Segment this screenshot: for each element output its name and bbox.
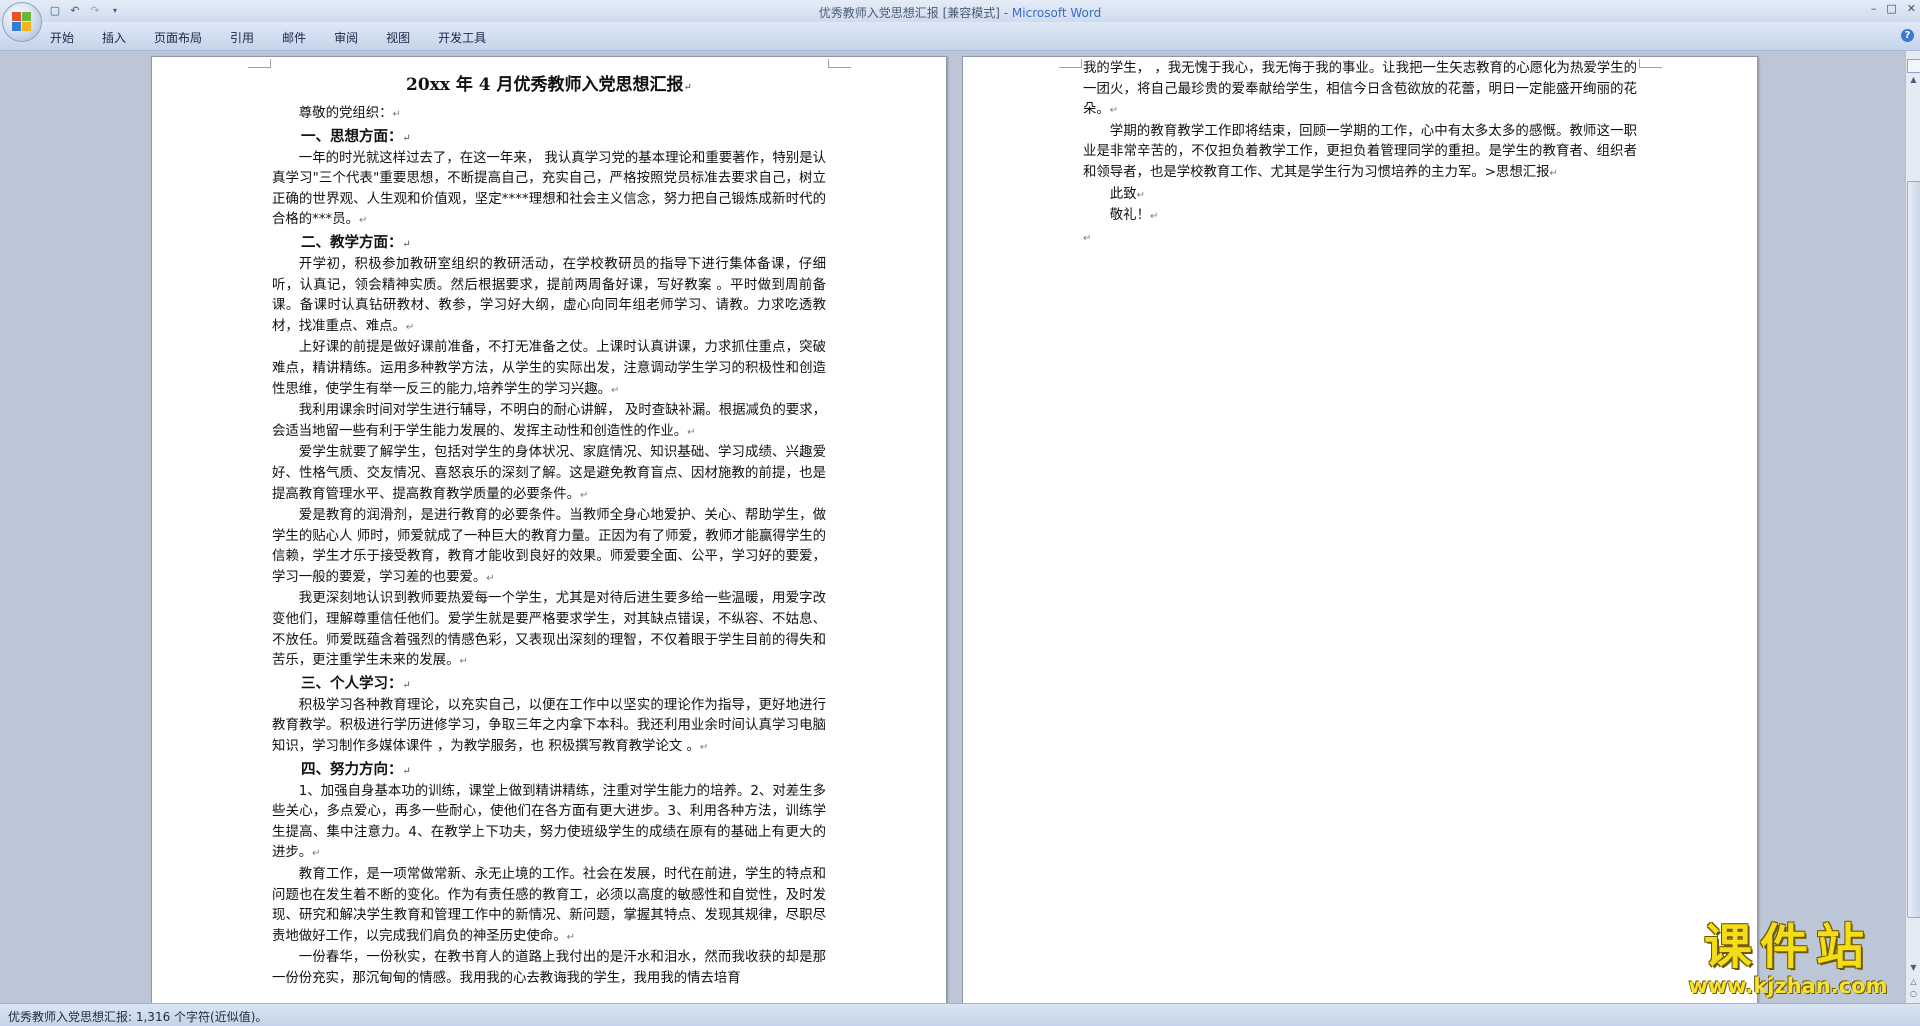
- empty-paragraph: ↵: [1083, 232, 1092, 244]
- paragraph: 我更深刻地认识到教师要热爱每一个学生，尤其是对待后进生要多给一些温暖，用爱字改变…: [272, 591, 826, 669]
- paragraph: 学期的教育教学工作即将结束，回顾一学期的工作，心中有太多太多的感慨。教师这一职业…: [1083, 123, 1637, 180]
- title-bar: ▢ ↶ ↷ ▾ 优秀教师入党思想汇报 [兼容模式] - Microsoft Wo…: [0, 0, 1920, 22]
- paragraph: 一年的时光就这样过去了，在这一年来， 我认真学习党的基本理论和重要著作，特别是认…: [272, 150, 826, 228]
- tab-page-layout[interactable]: 页面布局: [154, 29, 202, 46]
- page-2-body[interactable]: 我的学生， ，我无愧于我心，我无悔于我的事业。让我把一生矢志教育的心愿化为热爱学…: [1083, 59, 1637, 249]
- vertical-scrollbar[interactable]: ▲ ▼ △ ○: [1905, 51, 1920, 1003]
- document-page-2[interactable]: 我的学生， ，我无愧于我心，我无悔于我的事业。让我把一生矢志教育的心愿化为热爱学…: [962, 56, 1758, 1003]
- section-heading-1: 一、思想方面：↵: [301, 127, 411, 145]
- document-heading: 20xx 年 4 月优秀教师入党思想汇报↵: [406, 75, 692, 95]
- page-1-body[interactable]: 20xx 年 4 月优秀教师入党思想汇报↵ 尊敬的党组织：↵ 一、思想方面：↵ …: [272, 71, 826, 990]
- watermark-title: 课件站: [1703, 919, 1872, 975]
- scrollbar-thumb[interactable]: [1907, 181, 1920, 918]
- paragraph: 我利用课余时间对学生进行辅导，不明白的耐心讲解， 及时查缺补漏。根据减负的要求，…: [272, 403, 826, 439]
- paragraph: 一份春华，一份秋实，在教书育人的道路上我付出的是汗水和泪水，然而我收获的却是那一…: [272, 950, 826, 986]
- help-icon[interactable]: ?: [1901, 29, 1914, 42]
- margin-corner-mark: [828, 59, 851, 68]
- ribbon-tabs: 开始 插入 页面布局 引用 邮件 审阅 视图 开发工具 ?: [0, 22, 1920, 51]
- margin-corner-mark: [1059, 59, 1082, 68]
- status-bar: 优秀教师入党思想汇报: 1,316 个字符(近似值)。: [0, 1003, 1920, 1026]
- paragraph: 爱是教育的润滑剂，是进行教育的必要条件。当教师全身心地爱护、关心、帮助学生，做学…: [272, 508, 826, 585]
- watermark-url: www.kjzhan.com: [1688, 974, 1888, 998]
- word-count-status[interactable]: 优秀教师入党思想汇报: 1,316 个字符(近似值)。: [8, 1008, 267, 1025]
- previous-page-icon[interactable]: △: [1906, 977, 1920, 989]
- watermark-logo: 课件站 www.kjzhan.com: [1668, 920, 1908, 1000]
- scroll-down-icon[interactable]: ▼: [1906, 963, 1920, 975]
- section-heading-3: 三、个人学习：↵: [301, 674, 411, 692]
- window-title: 优秀教师入党思想汇报 [兼容模式] - Microsoft Word: [0, 4, 1920, 21]
- document-page-1[interactable]: 20xx 年 4 月优秀教师入党思想汇报↵ 尊敬的党组织：↵ 一、思想方面：↵ …: [151, 56, 947, 1003]
- closing-line-1: 此致↵: [1109, 186, 1145, 202]
- close-button[interactable]: ✕: [1907, 2, 1916, 15]
- office-button[interactable]: [2, 2, 42, 42]
- paragraph: 上好课的前提是做好课前准备，不打无准备之仗。上课时认真讲课，力求抓住重点，突破难…: [272, 340, 826, 397]
- section-heading-2: 二、教学方面：↵: [301, 233, 411, 251]
- tab-mailings[interactable]: 邮件: [282, 29, 306, 46]
- window-controls: – □ ✕: [1871, 2, 1916, 15]
- tab-review[interactable]: 审阅: [334, 29, 358, 46]
- paragraph: 1、加强自身基本功的训练，课堂上做到精讲精练，注重对学生能力的培养。2、对差生多…: [272, 783, 826, 861]
- paragraph: 开学初，积极参加教研室组织的教研活动，在学校教研员的指导下进行集体备课，仔细听，…: [272, 256, 826, 334]
- closing-line-2: 敬礼！↵: [1109, 208, 1159, 224]
- paragraph: 我的学生， ，我无愧于我心，我无悔于我的事业。让我把一生矢志教育的心愿化为热爱学…: [1083, 61, 1637, 118]
- tab-references[interactable]: 引用: [230, 29, 254, 46]
- app-name: Microsoft Word: [1011, 6, 1102, 20]
- tab-view[interactable]: 视图: [386, 29, 410, 46]
- paragraph: 教育工作，是一项常做常新、永无止境的工作。社会在发展，时代在前进，学生的特点和问…: [272, 867, 826, 944]
- select-browse-object-icon[interactable]: ○: [1906, 989, 1920, 1001]
- ruler-toggle-icon[interactable]: [1907, 59, 1920, 73]
- document-workspace[interactable]: 20xx 年 4 月优秀教师入党思想汇报↵ 尊敬的党组织：↵ 一、思想方面：↵ …: [0, 51, 1905, 1003]
- tab-developer[interactable]: 开发工具: [438, 29, 486, 46]
- scroll-up-icon[interactable]: ▲: [1906, 75, 1920, 87]
- margin-corner-mark: [248, 59, 271, 68]
- salutation: 尊敬的党组织：↵: [298, 106, 401, 121]
- tab-insert[interactable]: 插入: [102, 29, 126, 46]
- tab-home[interactable]: 开始: [50, 29, 74, 46]
- paragraph: 爱学生就要了解学生，包括对学生的身体状况、家庭情况、知识基础、学习成绩、兴趣爱好…: [272, 445, 826, 502]
- document-title-text: 优秀教师入党思想汇报 [兼容模式] -: [818, 6, 1012, 20]
- minimize-button[interactable]: –: [1871, 2, 1877, 15]
- section-heading-4: 四、努力方向：↵: [301, 760, 411, 778]
- office-logo-icon: [12, 12, 32, 32]
- maximize-button[interactable]: □: [1886, 2, 1896, 15]
- paragraph: 积极学习各种教育理论，以充实自己，以便在工作中以坚实的理论作为指导，更好地进行教…: [272, 697, 826, 755]
- margin-corner-mark: [1639, 59, 1662, 68]
